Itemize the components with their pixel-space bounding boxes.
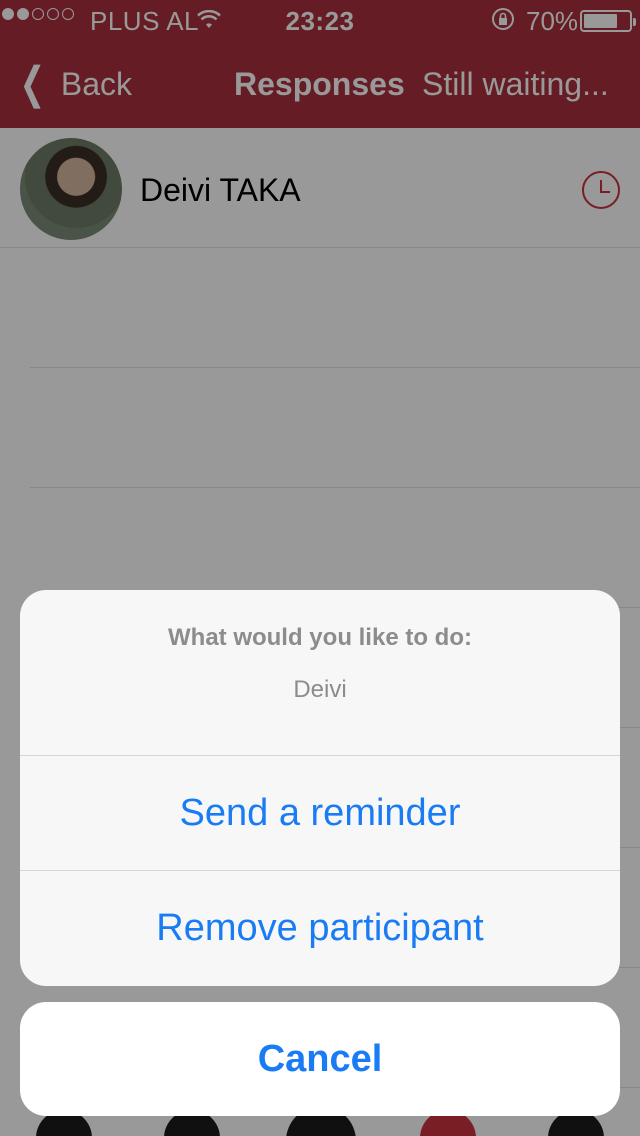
action-sheet-message: Deivi [293,676,347,703]
action-sheet: What would you like to do: Deivi Send a … [20,590,620,986]
cancel-button[interactable]: Cancel [20,1002,620,1116]
action-sheet-title: What would you like to do: [168,624,472,651]
send-reminder-button[interactable]: Send a reminder [20,756,620,871]
action-sheet-header: What would you like to do: Deivi [20,590,620,756]
remove-participant-button[interactable]: Remove participant [20,871,620,986]
